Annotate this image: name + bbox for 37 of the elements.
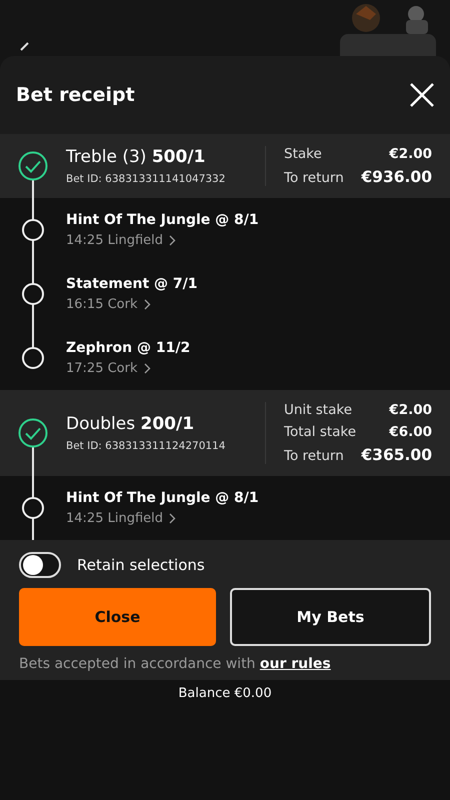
amount-label: To return xyxy=(284,448,344,464)
bet-id: Bet ID: 638313311141047332 xyxy=(66,173,226,185)
selection-name: Hint Of The Jungle @ 8/1 xyxy=(66,212,259,228)
retain-toggle[interactable] xyxy=(19,552,61,578)
balance-text: Balance €0.00 xyxy=(178,686,272,703)
chevron-right-icon xyxy=(169,235,176,246)
close-button[interactable]: Close xyxy=(19,588,216,646)
sheet-title: Bet receipt xyxy=(16,84,135,106)
amount-value: €2.00 xyxy=(389,402,432,418)
check-icon xyxy=(18,418,48,448)
bet-type: Treble (3) 500/1 xyxy=(66,147,206,167)
chevron-right-icon xyxy=(169,513,176,524)
amount-value: €6.00 xyxy=(389,424,432,440)
chevron-right-icon xyxy=(144,363,150,374)
bet-type: Doubles 200/1 xyxy=(66,414,196,434)
selection-name: Statement @ 7/1 xyxy=(66,276,198,292)
bet-id: Bet ID: 638313311124270114 xyxy=(66,440,226,452)
event-link[interactable]: 16:15 Cork xyxy=(66,297,198,312)
amount-value: €936.00 xyxy=(361,168,432,186)
amount-label: Unit stake xyxy=(284,402,352,418)
event-link[interactable]: 14:25 Lingfield xyxy=(66,233,259,248)
amount-label: Stake xyxy=(284,146,322,162)
amount-value: €365.00 xyxy=(361,446,432,464)
selection-name: Zephron @ 11/2 xyxy=(66,340,190,356)
amount-value: €2.00 xyxy=(389,146,432,162)
check-icon xyxy=(18,151,48,181)
amount-label: To return xyxy=(284,170,344,186)
close-icon[interactable] xyxy=(408,81,436,109)
terms-text: Bets accepted in accordance with our rules xyxy=(19,656,332,672)
selection-name: Hint Of The Jungle @ 8/1 xyxy=(66,490,259,506)
amount-label: Total stake xyxy=(284,424,356,440)
event-link[interactable]: 17:25 Cork xyxy=(66,361,190,376)
my-bets-button[interactable]: My Bets xyxy=(230,588,431,646)
chevron-right-icon xyxy=(144,299,150,310)
event-link[interactable]: 14:25 Lingfield xyxy=(66,511,259,526)
rules-link[interactable]: our rules xyxy=(260,656,331,672)
toggle-label: Retain selections xyxy=(77,556,205,574)
